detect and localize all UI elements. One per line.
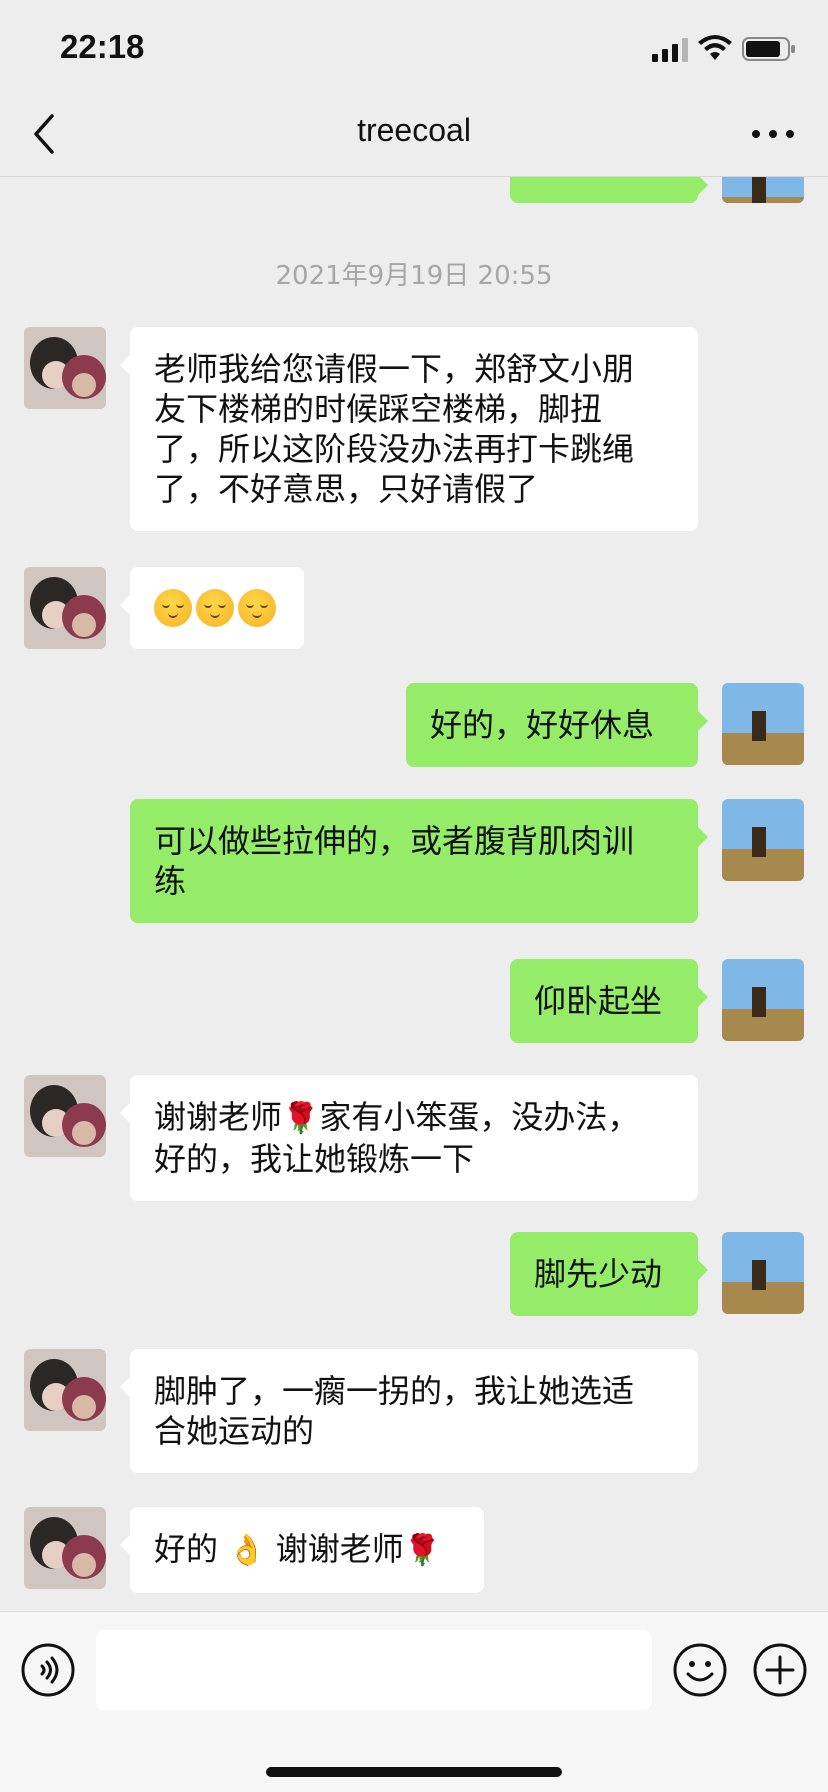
message-bubble-incoming[interactable]: 谢谢老师🌹家有小笨蛋，没办法， 好的，我让她锻炼一下 — [120, 1075, 698, 1201]
message-bubble-outgoing[interactable]: 仰卧起坐 — [510, 959, 708, 1043]
avatar-self[interactable] — [722, 1232, 804, 1314]
message-line: 可以做些拉伸的，或者腹背肌肉训 — [154, 822, 635, 860]
avatar-self[interactable] — [722, 959, 804, 1041]
message-line: 了，不好意思，只好请假了 — [154, 470, 539, 508]
rose-emoji-icon: 🌹 — [282, 1101, 320, 1136]
status-bar: 22:18 — [0, 0, 828, 96]
avatar-contact[interactable] — [24, 1075, 106, 1157]
message-line: 谢谢老师🌹家有小笨蛋，没办法， — [154, 1097, 674, 1139]
wifi-icon — [698, 35, 732, 60]
wechat-chat-screen: 22:18 treecoal 2021年9月19日 20:55 老师我给您请假一… — [0, 0, 828, 1792]
rose-emoji-icon: 🌹 — [403, 1533, 442, 1568]
message-line: 好的，好好休息 — [430, 706, 655, 744]
signal-icon — [652, 38, 688, 62]
voice-icon[interactable] — [20, 1642, 76, 1698]
avatar-contact[interactable] — [24, 567, 106, 649]
nav-bar: treecoal — [0, 96, 828, 177]
message-bubble-incoming[interactable]: 老师我给您请假一下，郑舒文小朋 友下楼梯的时候踩空楼梯，脚扭 了，所以这阶段没办… — [120, 327, 698, 531]
avatar-contact[interactable] — [24, 327, 106, 409]
message-bubble-incoming-emoji[interactable] — [120, 567, 304, 649]
ok-hand-emoji-icon: 👌 — [228, 1533, 266, 1568]
message-line: 练 — [154, 862, 187, 900]
chat-timestamp: 2021年9月19日 20:55 — [275, 261, 553, 291]
message-bubble-incoming[interactable]: 好的 👌 谢谢老师🌹 — [120, 1507, 484, 1593]
avatar-self[interactable] — [722, 177, 804, 203]
emoji-row — [154, 589, 280, 627]
sad-face-emoji-icon — [196, 589, 234, 627]
message-line: 合她运动的 — [154, 1412, 315, 1450]
input-bar — [0, 1611, 828, 1792]
avatar-self[interactable] — [722, 683, 804, 765]
message-bubble-outgoing[interactable]: 脚先少动 — [510, 1232, 708, 1316]
sad-face-emoji-icon — [154, 589, 192, 627]
message-bubble-incoming[interactable]: 脚肿了，一瘸一拐的，我让她选适 合她运动的 — [120, 1349, 698, 1473]
more-dots-icon[interactable] — [748, 116, 798, 152]
message-line: 仰卧起坐 — [534, 982, 663, 1020]
message-line: 脚先少动 — [534, 1255, 663, 1293]
chat-message-list[interactable]: 2021年9月19日 20:55 老师我给您请假一下，郑舒文小朋 友下楼梯的时候… — [0, 177, 828, 1611]
chat-title: treecoal — [357, 112, 471, 148]
message-text: 谢谢老师 — [154, 1098, 283, 1136]
message-line: 好的，我让她锻炼一下 — [154, 1140, 475, 1178]
message-input[interactable] — [96, 1630, 652, 1710]
message-line: 老师我给您请假一下，郑舒文小朋 — [154, 350, 635, 388]
message-line: 了，所以这阶段没办法再打卡跳绳 — [154, 430, 635, 468]
message-text: 家有小笨蛋，没办法， — [319, 1098, 640, 1136]
message-bubble-outgoing[interactable]: 可以做些拉伸的，或者腹背肌肉训 练 — [130, 799, 708, 923]
message-bubble-outgoing[interactable]: 好的，好好休息 — [406, 683, 708, 767]
emoji-icon[interactable] — [672, 1642, 728, 1698]
status-time: 22:18 — [60, 28, 145, 65]
message-line: 友下楼梯的时候踩空楼梯，脚扭 — [154, 390, 603, 428]
avatar-contact[interactable] — [24, 1349, 106, 1431]
home-indicator[interactable] — [266, 1767, 562, 1777]
plus-icon[interactable] — [752, 1642, 808, 1698]
sad-face-emoji-icon — [238, 589, 276, 627]
message-text: 谢谢老师 — [275, 1530, 404, 1568]
avatar-contact[interactable] — [24, 1507, 106, 1589]
avatar-self[interactable] — [722, 799, 804, 881]
message-bubble-outgoing-partial[interactable] — [510, 177, 708, 203]
battery-icon — [742, 37, 795, 61]
message-line: 好的 👌 谢谢老师🌹 — [154, 1529, 460, 1571]
message-line: 脚肿了，一瘸一拐的，我让她选适 — [154, 1372, 635, 1410]
message-text: 好的 — [154, 1530, 219, 1568]
